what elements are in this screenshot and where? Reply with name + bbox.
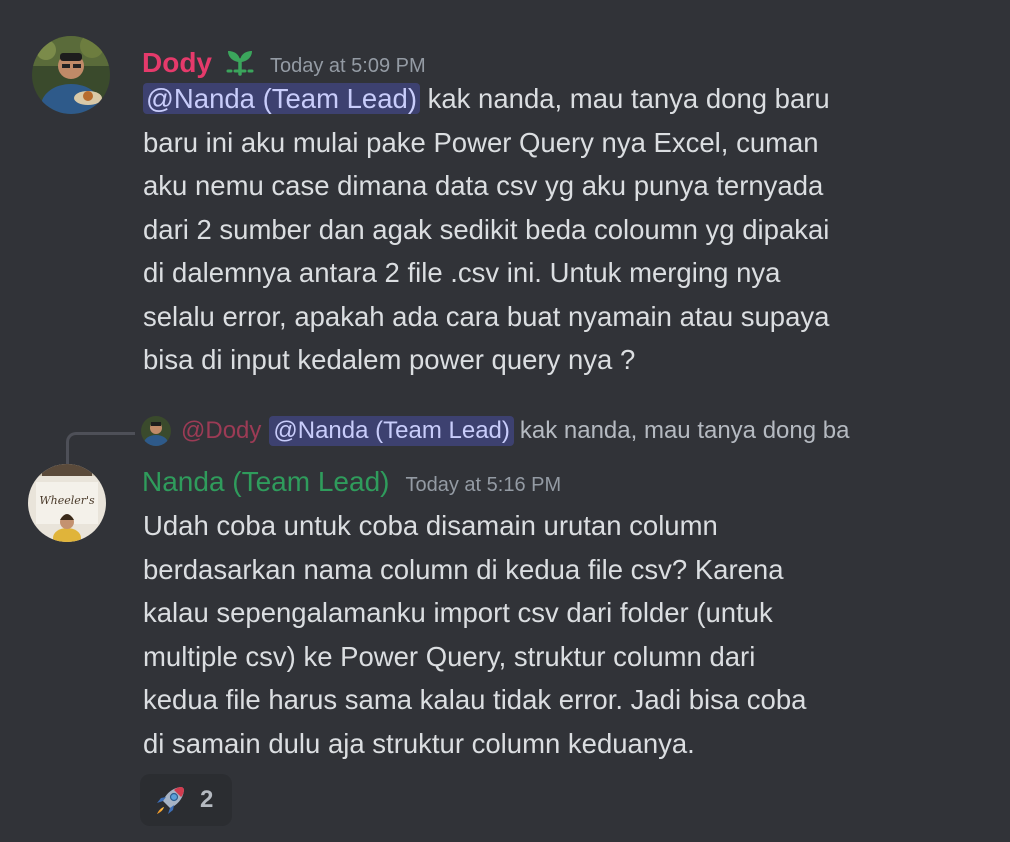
reply-text: kak nanda, mau tanya dong ba (519, 417, 850, 444)
message-line: kak nanda, mau tanya dong baru (419, 83, 830, 114)
reply-username[interactable]: @Dody (181, 417, 261, 445)
message-line: Udah coba untuk coba disamain urutan col… (143, 510, 718, 541)
timestamp[interactable]: Today at 5:16 PM (405, 474, 561, 497)
message-line: selalu error, apakah ada cara buat nyama… (143, 300, 830, 332)
username[interactable]: Dody (142, 46, 212, 80)
message-header: Dody Today at 5:09 PM (142, 38, 426, 80)
message-line: multiple csv) ke Power Query, struktur c… (143, 640, 756, 672)
user-mention[interactable]: @Nanda (Team Lead) (143, 83, 420, 114)
reply-mention[interactable]: @Nanda (Team Lead) (269, 416, 514, 446)
message-line: bisa di input kedalem power query nya ? (143, 344, 636, 375)
reply-connector-line (66, 432, 135, 465)
message-line: baru ini aku mulai pake Power Query nya … (143, 126, 819, 158)
message-line: berdasarkan nama column di kedua file cs… (143, 553, 784, 585)
avatar-sign-text: Wheeler's (39, 494, 95, 507)
message-line: di dalemnya antara 2 file .csv ini. Untu… (143, 257, 781, 288)
message-line: dari 2 sumber dan agak sedikit beda colo… (143, 213, 830, 245)
message-line: di samain dulu aja struktur column kedua… (143, 727, 695, 759)
message-content: Udah coba untuk coba disamain urutan col… (143, 504, 806, 765)
message-line: kedua file harus sama kalau tidak error.… (143, 684, 807, 715)
user-avatar-icon (32, 36, 110, 114)
rocket-icon (157, 787, 184, 814)
reaction-count: 2 (200, 786, 214, 813)
username[interactable]: Nanda (Team Lead) (142, 465, 389, 499)
avatar-nanda[interactable]: Wheeler's (28, 464, 106, 542)
message-header: Nanda (Team Lead) Today at 5:16 PM (142, 465, 561, 499)
message-line: kalau sepengalamanku import csv dari fol… (143, 597, 773, 628)
sprout-badge-icon[interactable] (220, 44, 260, 78)
reply-avatar (141, 416, 171, 446)
reaction-button[interactable]: 2 (140, 774, 232, 826)
message-content: @Nanda (Team Lead) kak nanda, mau tanya … (143, 77, 830, 382)
timestamp[interactable]: Today at 5:09 PM (270, 55, 426, 78)
avatar-dody[interactable] (32, 36, 110, 114)
user-avatar-icon: Wheeler's (28, 464, 106, 542)
message-line: aku nemu case dimana data csv yg aku pun… (143, 170, 824, 201)
reply-preview[interactable]: @Dody @Nanda (Team Lead) kak nanda, mau … (141, 416, 849, 446)
